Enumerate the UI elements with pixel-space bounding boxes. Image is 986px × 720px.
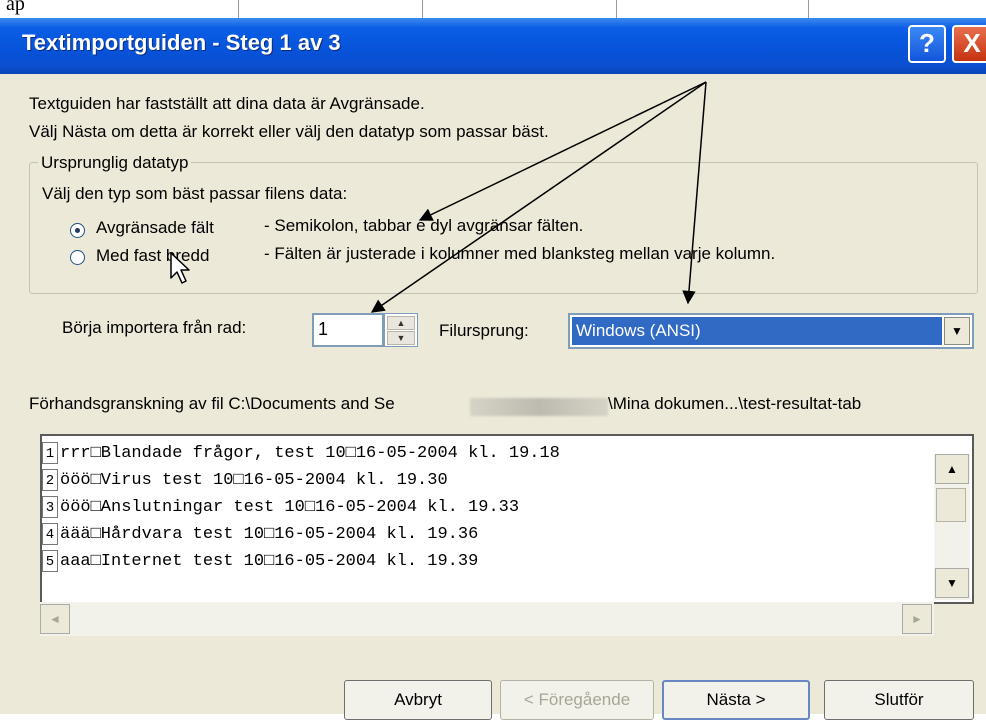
radio-delimited[interactable] — [70, 223, 85, 238]
file-origin-label: Filursprung: — [439, 321, 529, 340]
scroll-thumb[interactable] — [936, 488, 966, 522]
preview-row: 4 äää□Hårdvara test 10□16-05-2004 kl. 19.… — [42, 521, 560, 548]
help-button[interactable]: ? — [908, 25, 946, 63]
radio-delimited-label[interactable]: Avgränsade fält — [96, 218, 214, 238]
background-document-strip: ap — [0, 0, 986, 18]
radio-fixed-width[interactable] — [70, 250, 85, 265]
preview-vertical-scrollbar[interactable]: ▲ ▼ — [934, 454, 970, 600]
back-button[interactable]: < Föregående — [500, 680, 654, 720]
row-number: 5 — [42, 549, 58, 572]
spin-up-icon[interactable]: ▲ — [387, 316, 415, 330]
start-row-label: Börja importera från rad: — [62, 318, 247, 337]
scroll-left-icon[interactable]: ◄ — [40, 604, 70, 634]
window-title: Textimportguiden - Steg 1 av 3 — [22, 30, 341, 55]
grid-line — [238, 0, 239, 18]
preview-row: 1 rrr□Blandade frågor, test 10□16-05-2004… — [42, 440, 560, 467]
data-type-legend: Ursprunglig datatyp — [38, 153, 192, 173]
row-text: rrr□Blandade frågor, test 10□16-05-2004 … — [60, 444, 560, 463]
row-number: 1 — [42, 441, 58, 464]
preview-label-start: Förhandsgranskning av fil C:\Documents a… — [29, 394, 395, 413]
row-text: ööö□Virus test 10□16-05-2004 kl. 19.30 — [60, 471, 448, 490]
redacted-username — [470, 398, 608, 416]
grid-line — [422, 0, 423, 18]
start-row-input[interactable]: 1 — [312, 313, 384, 347]
scroll-up-icon[interactable]: ▲ — [935, 454, 969, 484]
row-number: 2 — [42, 468, 58, 491]
file-origin-select[interactable]: Windows (ANSI) ▼ — [568, 313, 974, 349]
title-bar[interactable]: Textimportguiden - Steg 1 av 3 ? X — [0, 18, 986, 74]
close-button[interactable]: X — [952, 25, 986, 63]
radio-delimited-description: - Semikolon, tabbar e dyl avgränsar fält… — [264, 216, 584, 235]
grid-line — [616, 0, 617, 18]
row-number: 4 — [42, 522, 58, 545]
chevron-down-icon[interactable]: ▼ — [944, 317, 970, 345]
preview-row: 3 ööö□Anslutningar test 10□16-05-2004 kl.… — [42, 494, 560, 521]
scroll-down-icon[interactable]: ▼ — [935, 568, 969, 598]
intro-line-1: Textguiden har fastställt att dina data … — [29, 94, 425, 113]
grid-line — [808, 0, 809, 18]
mouse-cursor-icon — [170, 252, 190, 284]
row-text: ööö□Anslutningar test 10□16-05-2004 kl. … — [60, 498, 520, 517]
preview-row: 2 ööö□Virus test 10□16-05-2004 kl. 19.30 — [42, 467, 560, 494]
cancel-button[interactable]: Avbryt — [344, 680, 492, 720]
finish-button[interactable]: Slutför — [824, 680, 974, 720]
preview-label-end: \Mina dokumen...\test-resultat-tab — [608, 394, 862, 413]
next-button[interactable]: Nästa > — [662, 680, 810, 720]
file-origin-value[interactable]: Windows (ANSI) — [572, 317, 942, 345]
data-type-prompt: Välj den typ som bäst passar filens data… — [42, 184, 348, 203]
text-import-wizard-dialog: Textimportguiden - Steg 1 av 3 ? X Textg… — [0, 18, 986, 720]
row-number: 3 — [42, 495, 58, 518]
row-text: aaa□Internet test 10□16-05-2004 kl. 19.3… — [60, 552, 479, 571]
background-text: ap — [6, 0, 25, 15]
preview-horizontal-scrollbar[interactable]: ◄ ► — [40, 602, 934, 636]
scroll-right-icon[interactable]: ► — [902, 604, 932, 634]
start-row-spinner[interactable]: ▲ ▼ — [384, 313, 418, 347]
intro-line-2: Välj Nästa om detta är korrekt eller väl… — [29, 122, 549, 141]
spin-down-icon[interactable]: ▼ — [387, 331, 415, 345]
row-text: äää□Hårdvara test 10□16-05-2004 kl. 19.3… — [60, 525, 479, 544]
preview-pane[interactable]: 1 rrr□Blandade frågor, test 10□16-05-2004… — [40, 434, 974, 604]
radio-fixed-width-description: - Fälten är justerade i kolumner med bla… — [264, 244, 776, 263]
preview-row: 5 aaa□Internet test 10□16-05-2004 kl. 19.… — [42, 548, 560, 575]
